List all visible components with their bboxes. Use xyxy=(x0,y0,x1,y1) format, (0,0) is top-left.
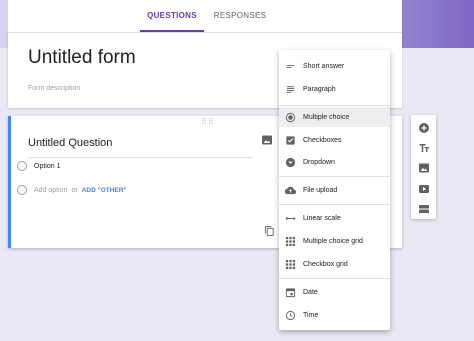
menu-item-label: Paragraph xyxy=(303,85,336,93)
menu-item-label: Dropdown xyxy=(303,158,335,166)
form-title[interactable]: Untitled form xyxy=(28,47,136,69)
radio-button-icon xyxy=(285,112,296,123)
menu-item-label: Date xyxy=(303,288,318,296)
menu-divider xyxy=(279,278,390,279)
menu-item-dropdown[interactable]: Dropdown xyxy=(279,152,390,172)
menu-item-date[interactable]: Date xyxy=(279,282,390,302)
menu-item-label: Checkbox grid xyxy=(303,260,348,268)
menu-item-label: Multiple choice xyxy=(303,113,350,121)
dropdown-icon xyxy=(285,157,296,168)
menu-divider xyxy=(279,176,390,177)
add-option-button[interactable]: Add option xyxy=(34,187,67,194)
section-icon[interactable] xyxy=(417,202,430,215)
tab-bar: QUESTIONS RESPONSES xyxy=(8,0,402,32)
menu-divider xyxy=(279,204,390,205)
tab-responses[interactable]: RESPONSES xyxy=(208,0,272,32)
menu-item-label: Linear scale xyxy=(303,214,341,222)
menu-item-label: Multiple choice grid xyxy=(303,237,363,245)
menu-item-time[interactable]: Time xyxy=(279,305,390,325)
menu-item-multiple-choice-grid[interactable]: Multiple choice grid xyxy=(279,231,390,251)
option-label[interactable]: Option 1 xyxy=(34,163,60,170)
calendar-icon xyxy=(285,287,296,298)
clock-icon xyxy=(285,310,296,321)
short-answer-icon xyxy=(285,61,296,72)
cloud-upload-icon xyxy=(285,185,296,196)
video-icon[interactable] xyxy=(417,182,430,195)
menu-item-linear-scale[interactable]: Linear scale xyxy=(279,208,390,228)
menu-item-checkboxes[interactable]: Checkboxes xyxy=(279,130,390,150)
side-toolbar xyxy=(411,115,436,219)
duplicate-icon[interactable] xyxy=(264,224,276,237)
title-text-icon[interactable] xyxy=(417,141,430,154)
radio-icon xyxy=(17,161,27,171)
menu-item-file-upload[interactable]: File upload xyxy=(279,180,390,200)
paragraph-icon xyxy=(285,84,296,95)
menu-item-label: Short answer xyxy=(303,62,345,70)
question-type-menu: Short answer Paragraph Multiple choice C… xyxy=(279,50,390,330)
menu-item-label: Time xyxy=(303,311,319,319)
form-description-field[interactable]: Form description xyxy=(28,85,80,92)
menu-item-label: File upload xyxy=(303,186,338,194)
radio-icon xyxy=(17,185,27,195)
checkbox-icon xyxy=(285,135,296,146)
add-option-row: Add option or ADD "OTHER" xyxy=(17,183,127,197)
image-icon[interactable] xyxy=(417,161,430,174)
menu-item-checkbox-grid[interactable]: Checkbox grid xyxy=(279,254,390,274)
question-title-input[interactable]: Untitled Question xyxy=(28,136,253,158)
or-label: or xyxy=(71,186,78,194)
add-circle-icon[interactable] xyxy=(417,121,430,134)
drag-handle-icon[interactable]: ⠿⠿ xyxy=(201,117,215,126)
tab-questions[interactable]: QUESTIONS xyxy=(140,0,204,32)
checkbox-grid-icon xyxy=(285,259,296,270)
option-row[interactable]: Option 1 xyxy=(17,159,60,173)
menu-item-short-answer[interactable]: Short answer xyxy=(279,56,390,76)
menu-item-multiple-choice[interactable]: Multiple choice xyxy=(279,107,390,127)
linear-scale-icon xyxy=(285,213,296,224)
grid-icon xyxy=(285,236,296,247)
add-image-icon[interactable] xyxy=(261,133,275,147)
menu-item-paragraph[interactable]: Paragraph xyxy=(279,79,390,99)
menu-item-label: Checkboxes xyxy=(303,136,342,144)
menu-divider xyxy=(279,105,390,106)
add-other-button[interactable]: ADD "OTHER" xyxy=(82,187,127,194)
